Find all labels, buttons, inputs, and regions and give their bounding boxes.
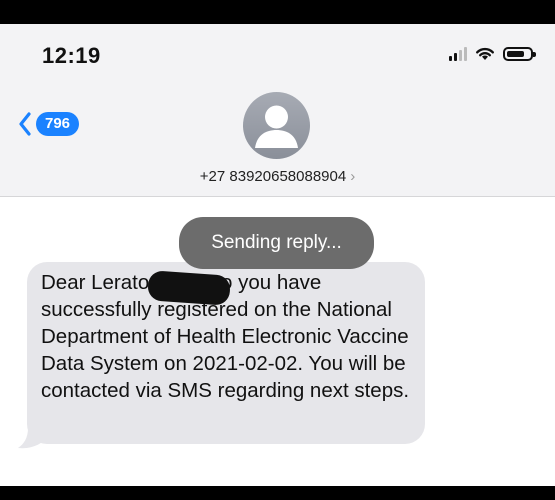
person-icon — [255, 105, 298, 148]
conversation-header: 12:19 796 +27 83920658088904 › — [0, 24, 555, 197]
contact-info-link[interactable]: +27 83920658088904 › — [0, 168, 555, 185]
chevron-left-icon — [19, 112, 31, 136]
back-button[interactable]: 796 — [18, 111, 80, 137]
contact-avatar[interactable] — [243, 92, 310, 159]
status-icons — [449, 46, 536, 61]
chevron-right-icon: › — [350, 168, 356, 185]
messages-screen: 12:19 796 +27 83920658088904 › Dear Lera… — [0, 24, 555, 486]
battery-icon — [503, 46, 536, 61]
message-text: Dear Lerato Matsoso you have successfull… — [41, 271, 410, 402]
cellular-signal-icon — [449, 46, 467, 61]
sending-reply-toast: Sending reply... — [179, 217, 374, 269]
redaction-mark — [147, 270, 231, 306]
status-time: 12:19 — [42, 43, 101, 68]
unread-count-badge: 796 — [36, 112, 80, 136]
phone-frame: 12:19 796 +27 83920658088904 › Dear Lera… — [0, 0, 555, 500]
wifi-icon — [476, 47, 494, 60]
contact-number: +27 83920658088904 — [199, 168, 347, 185]
